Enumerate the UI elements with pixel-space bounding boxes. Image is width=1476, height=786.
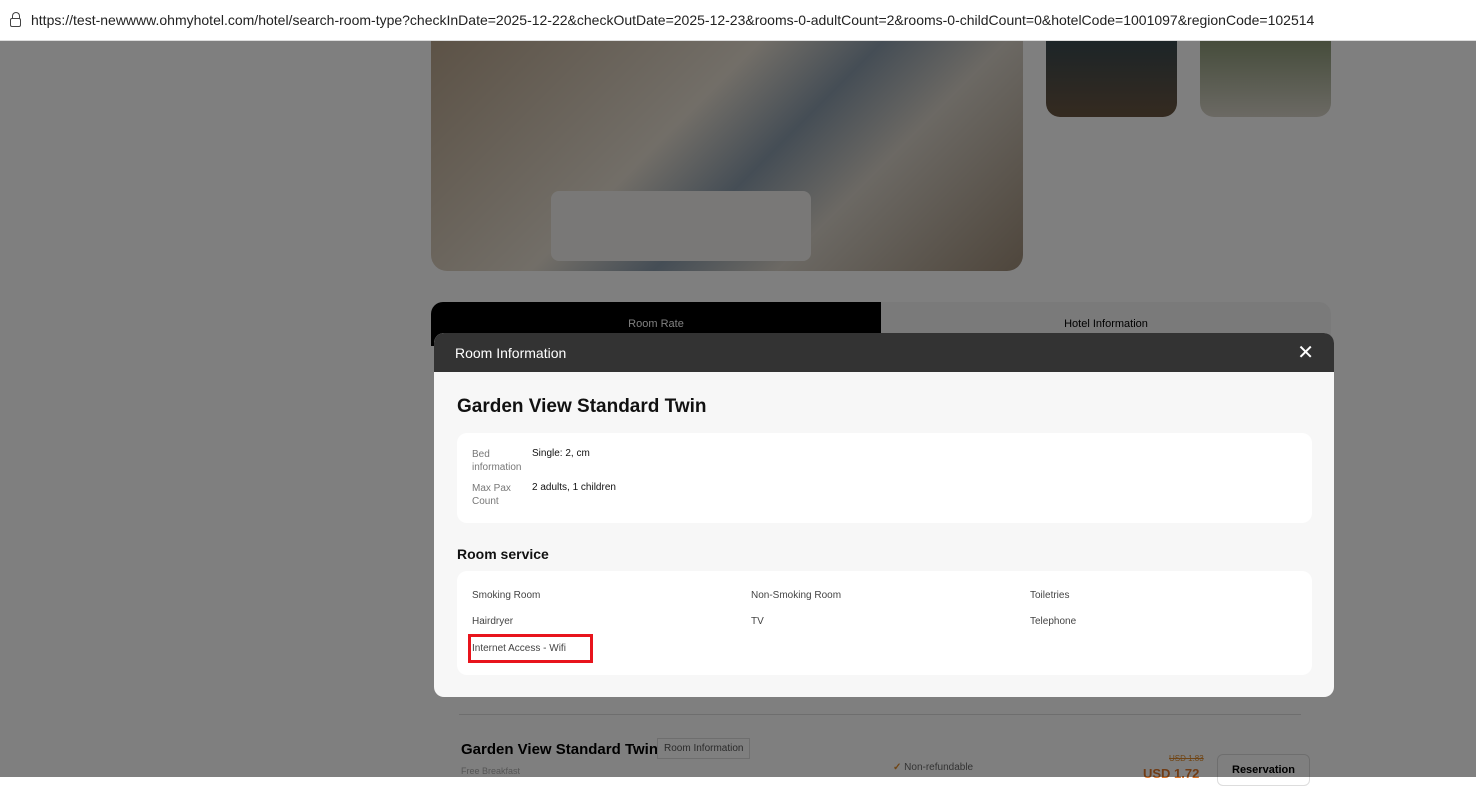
room-service-card: Smoking Room Non-Smoking Room Toiletries… bbox=[457, 571, 1312, 675]
url-text[interactable]: https://test-newwww.ohmyhotel.com/hotel/… bbox=[31, 12, 1314, 28]
detail-label: Bed information bbox=[472, 449, 522, 473]
service-item: TV bbox=[751, 616, 764, 627]
service-item: Telephone bbox=[1030, 616, 1077, 627]
service-item: Smoking Room bbox=[472, 590, 541, 601]
room-details-card: Bed information Single: 2, cm Max Pax Co… bbox=[457, 433, 1312, 523]
service-item: Toiletries bbox=[1030, 590, 1070, 601]
detail-row: Max Pax Count 2 adults, 1 children bbox=[472, 482, 616, 508]
close-icon[interactable]: ✕ bbox=[1297, 343, 1314, 363]
modal-title: Room Information bbox=[455, 344, 567, 361]
service-item-highlighted: Internet Access - Wifi bbox=[468, 634, 593, 663]
detail-value: Single: 2, cm bbox=[532, 448, 590, 459]
service-item: Non-Smoking Room bbox=[751, 590, 842, 601]
detail-value: 2 adults, 1 children bbox=[532, 482, 616, 493]
room-service-heading: Room service bbox=[457, 546, 549, 562]
lock-icon bbox=[10, 11, 21, 27]
modal-header: Room Information ✕ bbox=[434, 333, 1334, 372]
highlight-box bbox=[468, 634, 593, 663]
room-title: Garden View Standard Twin bbox=[457, 396, 707, 417]
detail-row: Bed information Single: 2, cm bbox=[472, 448, 590, 474]
service-item: Hairdryer bbox=[472, 616, 514, 627]
address-bar[interactable]: https://test-newwww.ohmyhotel.com/hotel/… bbox=[0, 0, 1476, 41]
detail-label: Max Pax Count bbox=[472, 483, 511, 507]
room-information-modal: Room Information ✕ Garden View Standard … bbox=[434, 333, 1334, 697]
